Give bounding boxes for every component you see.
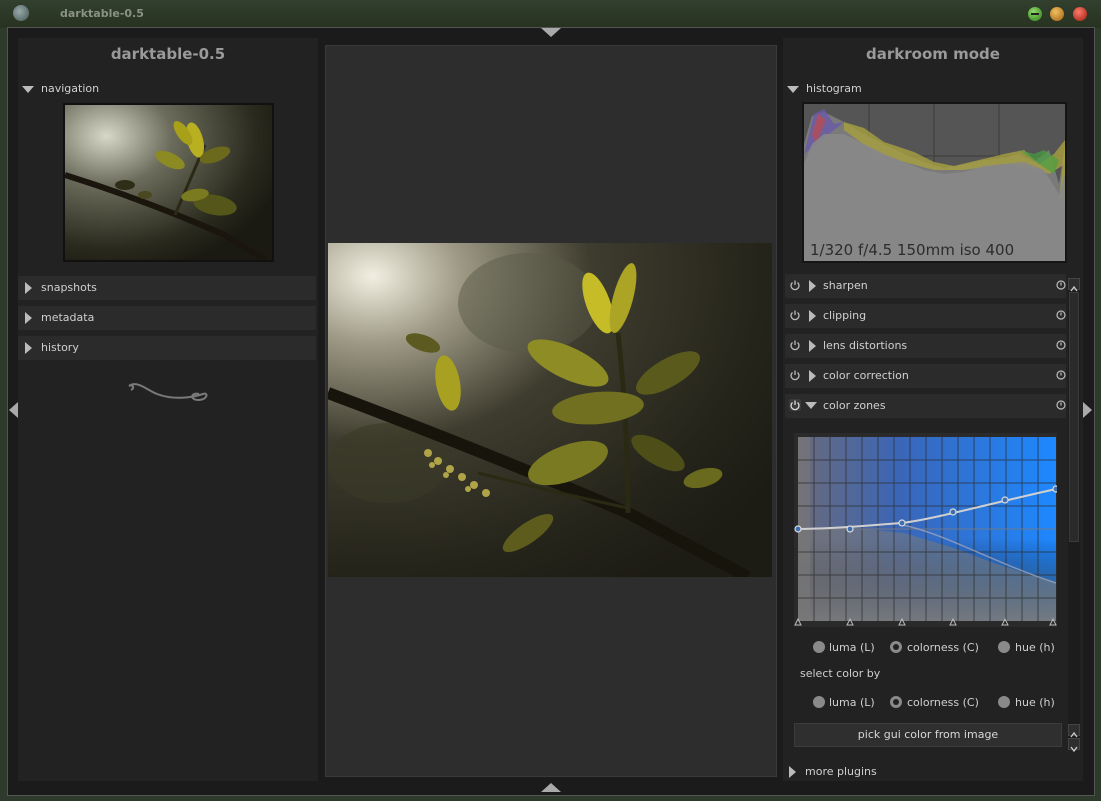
- left-panel-title: darktable-0.5: [110, 45, 226, 63]
- radio-label: luma (L): [829, 641, 875, 654]
- power-icon[interactable]: [789, 309, 801, 321]
- histogram-label: histogram: [806, 82, 862, 95]
- collapse-left-panel-arrow-icon[interactable]: [9, 402, 18, 418]
- plugin-label: sharpen: [823, 279, 868, 292]
- plugin-label: color correction: [823, 369, 909, 382]
- plugin-label: clipping: [823, 309, 867, 322]
- triangle-right-icon: [25, 312, 32, 324]
- plugin-color-correction[interactable]: color correction: [785, 364, 1066, 388]
- collapse-right-panel-arrow-icon[interactable]: [1083, 402, 1092, 418]
- navigation-label: navigation: [41, 82, 100, 95]
- right-panel: darkroom mode histogram 1/320 f/4.5 150m…: [783, 38, 1083, 781]
- ornament-icon: [128, 383, 208, 402]
- exif-info: 1/320 f/4.5 150mm iso 400: [810, 241, 1015, 259]
- triangle-right-icon: [789, 766, 796, 778]
- triangle-right-icon: [809, 370, 816, 382]
- triangle-right-icon: [25, 342, 32, 354]
- window-title: darktable-0.5: [60, 7, 144, 20]
- left-panel: darktable-0.5 navigation snapshots metad…: [18, 38, 318, 781]
- window-titlebar: darktable-0.5: [0, 0, 1101, 28]
- radio-label: hue (h): [1015, 641, 1055, 654]
- scroll-up-button-lower[interactable]: [1068, 724, 1080, 738]
- more-plugins-expander[interactable]: more plugins: [783, 762, 1083, 782]
- plugin-sharpen[interactable]: sharpen: [785, 274, 1066, 298]
- triangle-right-icon: [809, 280, 816, 292]
- chevron-down-icon: [1070, 746, 1078, 753]
- scroll-down-button[interactable]: [1068, 738, 1080, 753]
- close-button[interactable]: [1073, 7, 1087, 21]
- minimize-button[interactable]: [1028, 7, 1042, 21]
- channel-colorness-radio[interactable]: [890, 641, 902, 653]
- plugins-scrollbar[interactable]: [1068, 278, 1080, 753]
- select-by-hue-radio[interactable]: [998, 696, 1010, 708]
- triangle-down-icon: [787, 85, 799, 93]
- triangle-down-icon: [805, 402, 817, 409]
- select-by-colorness-radio[interactable]: [890, 696, 902, 708]
- histogram-expander[interactable]: histogram: [787, 82, 862, 95]
- snapshots-label: snapshots: [41, 281, 97, 294]
- history-label: history: [41, 341, 79, 354]
- channel-luma-radio[interactable]: [813, 641, 825, 653]
- radio-label: hue (h): [1015, 696, 1055, 709]
- maximize-button[interactable]: [1050, 7, 1064, 21]
- select-by-radio-group: luma (L) colorness (C) hue (h): [783, 696, 1083, 710]
- triangle-right-icon: [809, 310, 816, 322]
- preset-icon[interactable]: [1056, 340, 1066, 350]
- channel-radio-group: luma (L) colorness (C) hue (h): [783, 641, 1083, 655]
- collapse-top-panel-arrow-icon[interactable]: [541, 28, 561, 37]
- histogram[interactable]: 1/320 f/4.5 150mm iso 400: [802, 102, 1067, 263]
- channel-hue-radio[interactable]: [998, 641, 1010, 653]
- navigation-thumbnail[interactable]: [63, 103, 274, 262]
- main-image[interactable]: [328, 243, 772, 577]
- select-color-by-label: select color by: [800, 667, 881, 680]
- radio-label: luma (L): [829, 696, 875, 709]
- metadata-expander[interactable]: metadata: [18, 306, 316, 330]
- radio-label: colorness (C): [907, 696, 979, 709]
- color-zones-curve[interactable]: [794, 433, 1057, 627]
- select-by-luma-radio[interactable]: [813, 696, 825, 708]
- plugin-label: color zones: [823, 399, 886, 412]
- preset-icon[interactable]: [1056, 310, 1066, 320]
- app-icon[interactable]: [13, 5, 29, 21]
- preset-icon[interactable]: [1056, 370, 1066, 380]
- triangle-right-icon: [809, 340, 816, 352]
- plugin-clipping[interactable]: clipping: [785, 304, 1066, 328]
- power-icon[interactable]: [789, 369, 801, 381]
- power-icon[interactable]: [789, 279, 801, 291]
- power-icon[interactable]: [789, 399, 801, 411]
- radio-label: colorness (C): [907, 641, 979, 654]
- collapse-bottom-panel-arrow-icon[interactable]: [541, 783, 561, 792]
- navigation-expander[interactable]: navigation: [22, 82, 99, 95]
- metadata-label: metadata: [41, 311, 95, 324]
- triangle-down-icon: [22, 85, 34, 93]
- scroll-thumb[interactable]: [1069, 292, 1079, 542]
- power-icon[interactable]: [789, 339, 801, 351]
- plugin-label: lens distortions: [823, 339, 908, 352]
- history-expander[interactable]: history: [18, 336, 316, 360]
- preset-icon[interactable]: [1056, 280, 1066, 290]
- scroll-up-button[interactable]: [1068, 278, 1080, 292]
- pick-gui-color-button[interactable]: pick gui color from image: [794, 723, 1062, 747]
- triangle-right-icon: [25, 282, 32, 294]
- preset-icon[interactable]: [1056, 400, 1066, 410]
- right-panel-title: darkroom mode: [866, 45, 1000, 63]
- minimize-icon: [1031, 13, 1039, 15]
- plugin-color-zones[interactable]: color zones: [785, 394, 1066, 418]
- more-plugins-label: more plugins: [805, 765, 877, 778]
- snapshots-expander[interactable]: snapshots: [18, 276, 316, 300]
- plugin-lens-distortions[interactable]: lens distortions: [785, 334, 1066, 358]
